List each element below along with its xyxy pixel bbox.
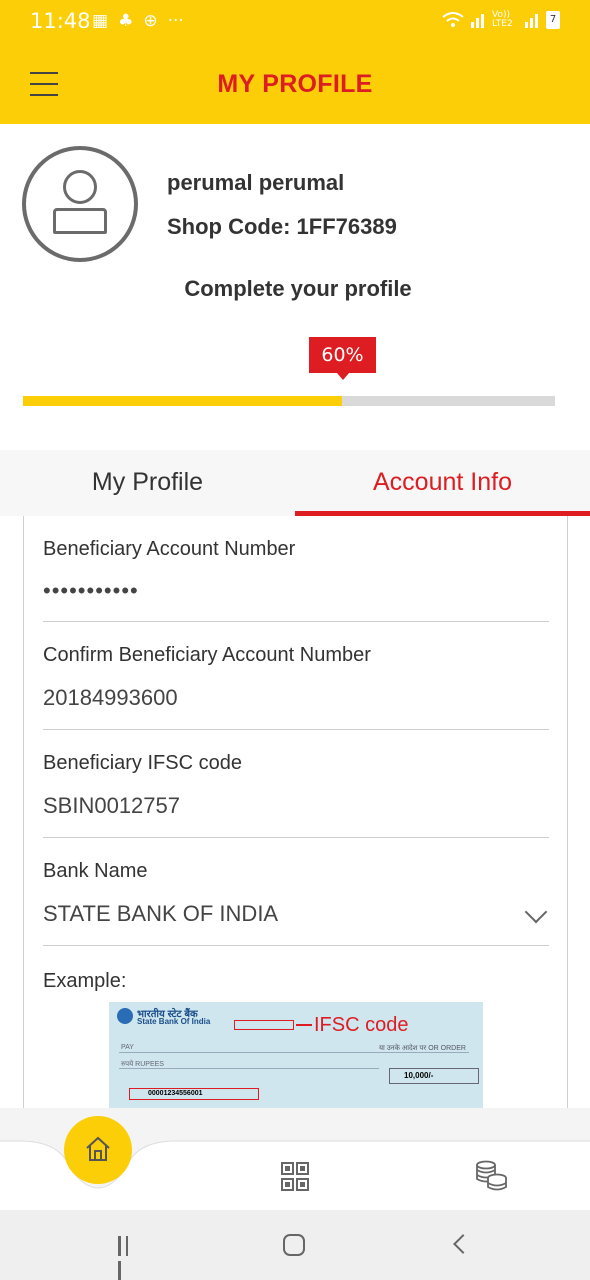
progress-fill [23, 396, 343, 406]
qr-code-icon [281, 1162, 309, 1191]
cheque-pay-line [119, 1052, 469, 1053]
more-notifications-icon: ··· [167, 11, 184, 31]
shop-code: Shop Code: 1FF76389 [167, 214, 397, 239]
page-title: MY PROFILE [217, 70, 373, 98]
notification-icon-2: ♣ [118, 11, 134, 31]
status-time: 11:48 [30, 9, 91, 33]
network-label: Vo)) LTE2 [492, 10, 513, 29]
signal-icon-2 [525, 14, 538, 28]
notification-icons: ▦ ♣ ⊕ ··· [92, 11, 184, 31]
sample-cheque-image: भारतीय स्टेट बैंक State Bank Of India IF… [109, 1002, 483, 1116]
app-header: MY PROFILE [0, 44, 590, 124]
cheque-rupees-line [119, 1068, 379, 1069]
account-info-form: Beneficiary Account Number ••••••••••• C… [23, 516, 568, 1116]
tab-my-profile[interactable]: My Profile [0, 450, 295, 516]
account-number-field[interactable]: Beneficiary Account Number ••••••••••• [43, 516, 549, 622]
battery-icon: 7 [546, 11, 560, 29]
profile-progress-bar [23, 396, 555, 406]
home-button[interactable] [64, 1116, 132, 1184]
account-number-input[interactable]: ••••••••••• [43, 578, 139, 604]
notification-icon-3: ⊕ [143, 11, 158, 31]
system-icons: Vo)) LTE2 7 [442, 11, 560, 29]
signal-icon [471, 14, 484, 28]
sbi-logo-icon [117, 1008, 133, 1024]
system-home-icon[interactable] [283, 1234, 305, 1256]
profile-tabs: My Profile Account Info [0, 450, 590, 516]
cheque-bank-english: State Bank Of India [137, 1017, 211, 1026]
chevron-down-icon[interactable] [524, 900, 548, 924]
notification-icon-1: ▦ [92, 11, 109, 31]
wifi-icon [442, 12, 464, 27]
qr-scan-button[interactable] [281, 1162, 309, 1197]
confirm-account-field[interactable]: Confirm Beneficiary Account Number 20184… [43, 622, 549, 730]
recent-apps-icon[interactable] [118, 1236, 140, 1280]
user-name: perumal perumal [167, 170, 345, 195]
confirm-account-input[interactable]: 20184993600 [43, 685, 178, 711]
coins-icon [476, 1160, 507, 1191]
home-icon [86, 1136, 110, 1161]
avatar-icon[interactable] [22, 146, 138, 262]
rewards-button[interactable] [474, 1160, 508, 1197]
bank-name-field[interactable]: Bank Name STATE BANK OF INDIA [43, 838, 549, 946]
tab-account-info[interactable]: Account Info [295, 450, 590, 516]
ifsc-input[interactable]: SBIN0012757 [43, 793, 180, 819]
complete-profile-label: Complete your profile [184, 276, 412, 301]
back-icon[interactable] [453, 1234, 473, 1254]
cheque-ifsc-pointer [296, 1024, 312, 1026]
ifsc-label: Beneficiary IFSC code [43, 752, 242, 774]
cheque-pay-label: PAY [121, 1044, 134, 1051]
cheque-amount: 10,000/- [389, 1068, 479, 1084]
account-number-label: Beneficiary Account Number [43, 538, 296, 560]
progress-percent-badge: 60% [309, 337, 376, 380]
bank-name-select[interactable]: STATE BANK OF INDIA [43, 901, 278, 927]
confirm-account-label: Confirm Beneficiary Account Number [43, 644, 371, 666]
bank-name-label: Bank Name [43, 860, 148, 882]
cheque-ifsc-annotation: IFSC code [314, 1014, 409, 1036]
cheque-ifsc-highlight [234, 1020, 294, 1030]
status-bar: 11:48 ▦ ♣ ⊕ ··· Vo)) LTE2 7 [0, 0, 590, 44]
example-label: Example: [43, 970, 127, 992]
ifsc-field[interactable]: Beneficiary IFSC code SBIN0012757 [43, 730, 549, 838]
system-navigation-bar [0, 1210, 590, 1280]
cheque-account-number: 00001234556001 [129, 1088, 259, 1100]
